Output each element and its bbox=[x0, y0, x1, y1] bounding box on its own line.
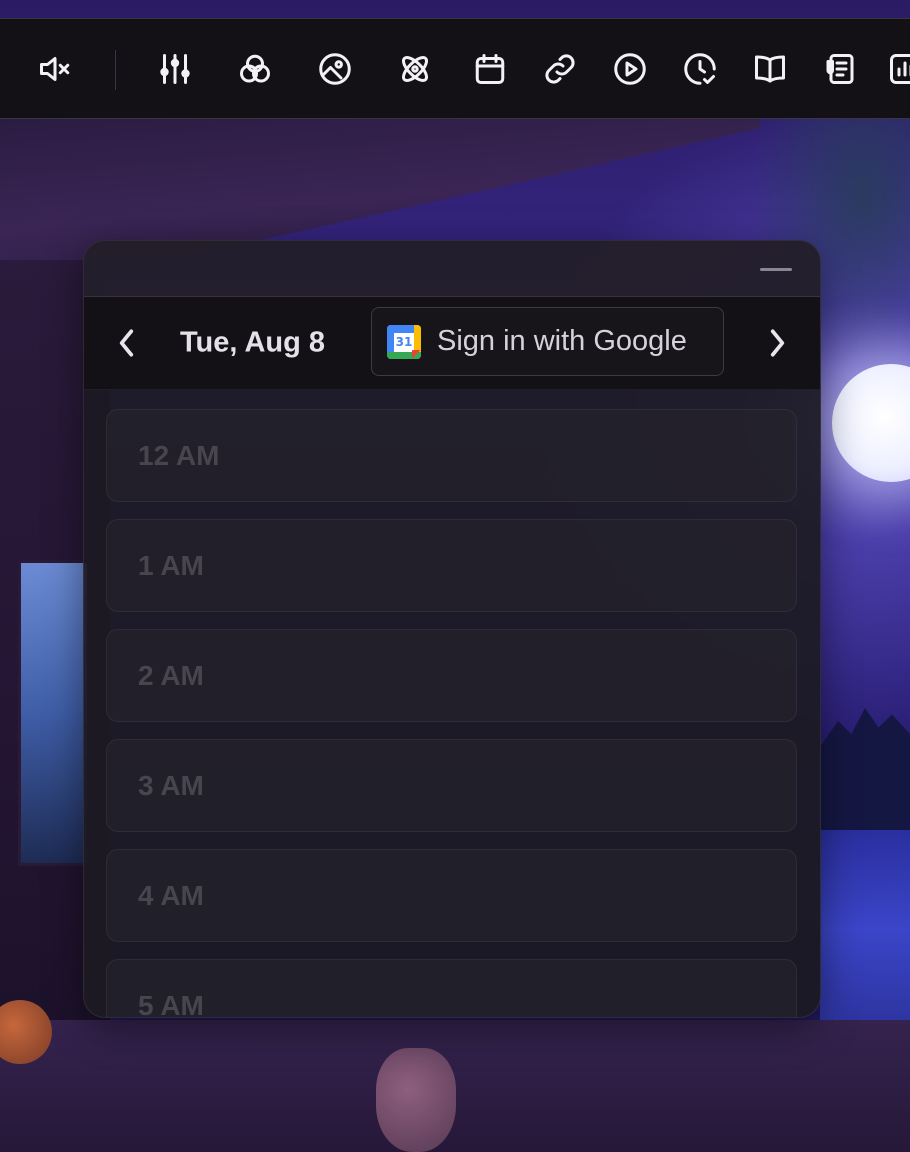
clock-check-icon[interactable] bbox=[680, 49, 720, 89]
play-icon[interactable] bbox=[610, 49, 650, 89]
atom-icon[interactable] bbox=[395, 49, 435, 89]
wallpaper-window bbox=[18, 560, 90, 866]
time-slot[interactable]: 12 AM bbox=[106, 409, 797, 502]
book-icon[interactable] bbox=[750, 49, 790, 89]
google-calendar-icon: 31 bbox=[387, 324, 421, 359]
next-day-button[interactable] bbox=[757, 323, 797, 363]
top-toolbar bbox=[0, 18, 910, 119]
calendar-icon[interactable] bbox=[470, 49, 510, 89]
time-slot[interactable]: 4 AM bbox=[106, 849, 797, 942]
time-slot[interactable]: 3 AM bbox=[106, 739, 797, 832]
minimize-button[interactable] bbox=[760, 268, 792, 271]
image-icon[interactable] bbox=[315, 49, 355, 89]
google-button-label: Sign in with Google bbox=[437, 325, 687, 357]
time-slot-label: 3 AM bbox=[138, 769, 204, 801]
previous-day-button[interactable] bbox=[107, 323, 147, 363]
toolbar-divider bbox=[115, 50, 116, 90]
link-icon[interactable] bbox=[540, 49, 580, 89]
chart-icon[interactable] bbox=[885, 49, 910, 89]
calendar-widget: Tue, Aug 8 31 Sign in with Google 12 AM bbox=[83, 240, 821, 1018]
notes-icon[interactable] bbox=[820, 49, 860, 89]
mute-icon[interactable] bbox=[35, 49, 75, 89]
chevron-left-icon bbox=[119, 329, 134, 357]
time-slot[interactable]: 5 AM bbox=[106, 959, 797, 1018]
time-slot-label: 1 AM bbox=[138, 549, 204, 581]
time-slot[interactable]: 2 AM bbox=[106, 629, 797, 722]
time-slot-label: 12 AM bbox=[138, 439, 220, 471]
current-date: Tue, Aug 8 bbox=[180, 326, 325, 359]
google-calendar-icon-number: 31 bbox=[394, 332, 414, 352]
sign-in-with-google-button[interactable]: 31 Sign in with Google bbox=[371, 307, 724, 376]
wallpaper-treeline bbox=[820, 708, 910, 838]
chevron-right-icon bbox=[770, 329, 785, 357]
widget-titlebar[interactable] bbox=[84, 241, 820, 297]
wallpaper-jug bbox=[376, 1048, 456, 1152]
color-filter-icon[interactable] bbox=[235, 49, 275, 89]
time-slot[interactable]: 1 AM bbox=[106, 519, 797, 612]
volume-icon[interactable] bbox=[0, 49, 14, 89]
time-slot-label: 5 AM bbox=[138, 989, 204, 1018]
calendar-header: Tue, Aug 8 31 Sign in with Google bbox=[84, 297, 820, 390]
time-slot-label: 4 AM bbox=[138, 879, 204, 911]
equalizer-icon[interactable] bbox=[155, 49, 195, 89]
time-slot-label: 2 AM bbox=[138, 659, 204, 691]
